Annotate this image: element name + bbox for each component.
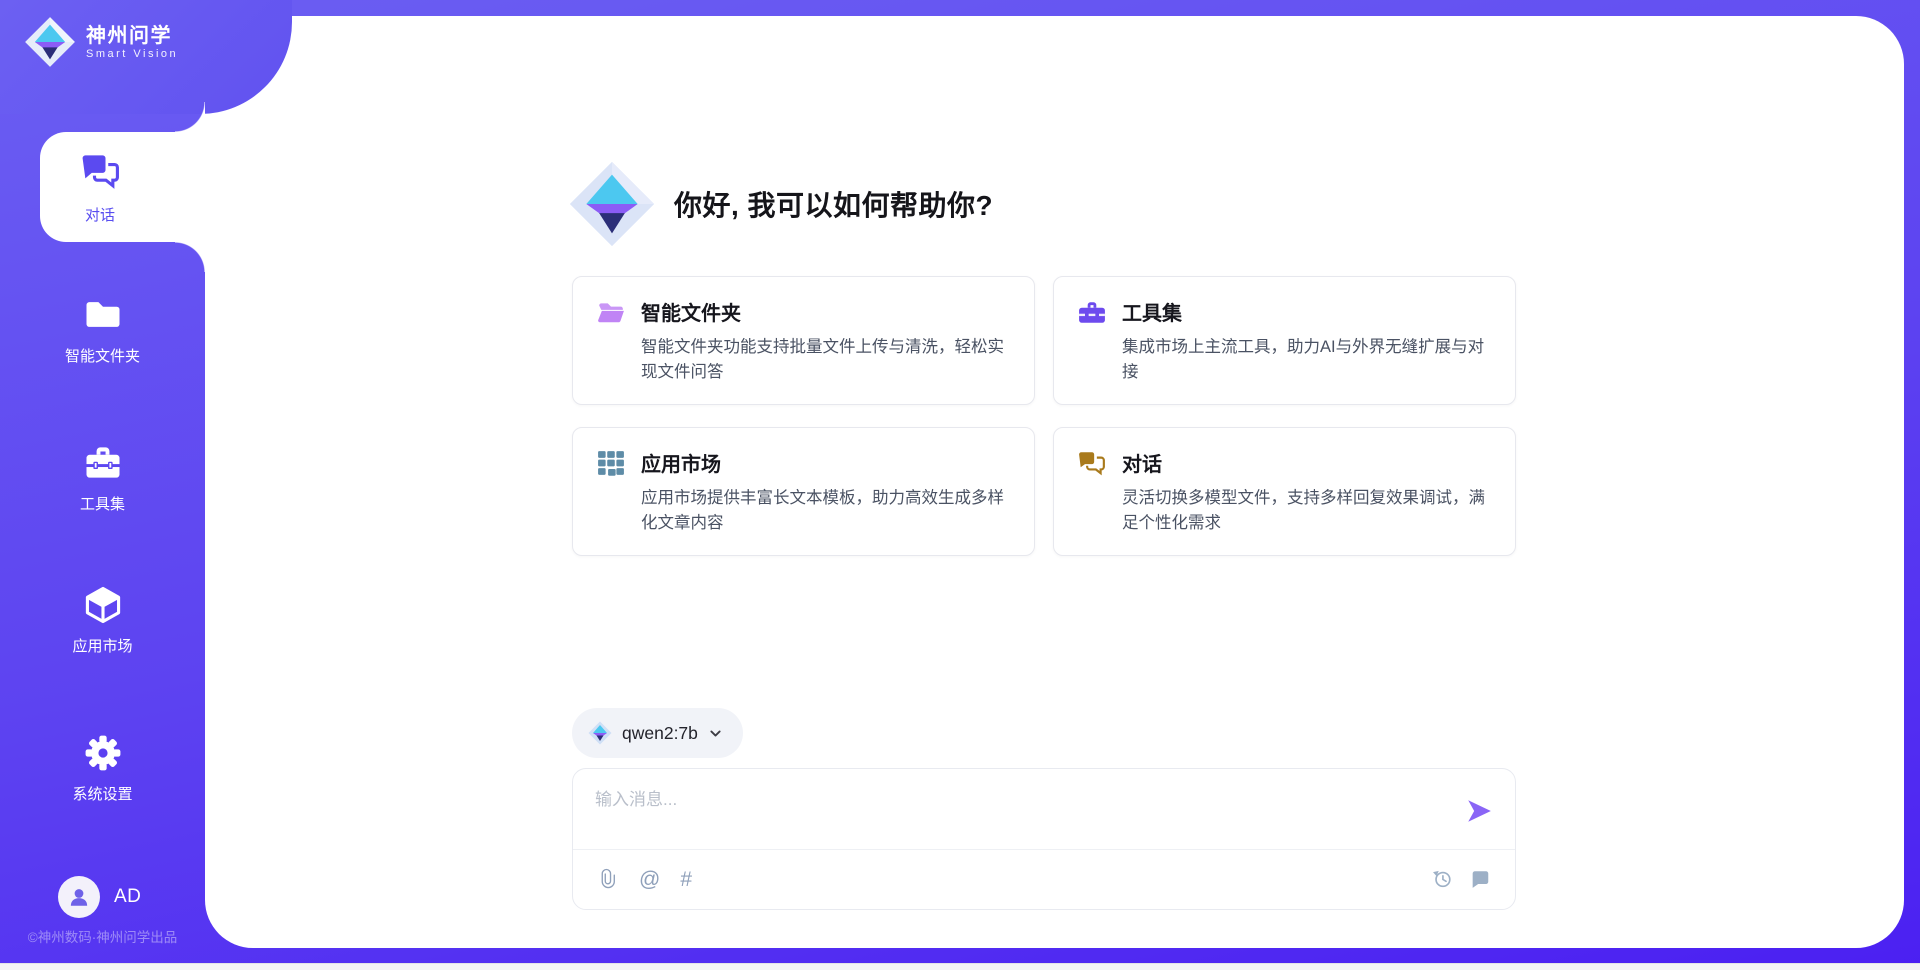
app-title: 神州问学 <box>86 24 178 48</box>
bottom-edge-strip <box>0 963 1920 970</box>
sidebar-item-toolset[interactable]: 工具集 <box>0 441 205 514</box>
message-input[interactable] <box>593 783 1447 845</box>
cube-icon <box>81 583 125 627</box>
sidebar-item-settings[interactable]: 系统设置 <box>0 731 205 804</box>
history-icon[interactable] <box>1431 868 1453 890</box>
sidebar-item-chat[interactable]: 对话 <box>40 132 205 242</box>
sidebar-item-label: 应用市场 <box>72 635 132 656</box>
folder-icon <box>597 299 625 325</box>
chat-icon <box>78 149 122 193</box>
send-icon[interactable] <box>1465 797 1493 825</box>
brand-diamond-icon <box>588 721 612 745</box>
greeting: 你好, 我可以如何帮助你? <box>568 160 993 248</box>
card-smart-folder[interactable]: 智能文件夹 智能文件夹功能支持批量文件上传与清洗，轻松实现文件问答 <box>572 276 1035 405</box>
person-icon <box>65 883 93 911</box>
card-description: 智能文件夹功能支持批量文件上传与清洗，轻松实现文件问答 <box>641 335 1010 385</box>
card-chat[interactable]: 对话 灵活切换多模型文件，支持多样回复效果调试，满足个性化需求 <box>1053 427 1516 556</box>
composer-toolbar: @ # <box>597 849 1491 909</box>
card-description: 集成市场上主流工具，助力AI与外界无缝扩展与对接 <box>1122 335 1491 385</box>
app-window: 你好, 我可以如何帮助你? 智能文件夹 智能文件夹功能支持批量文件上传与清洗，轻… <box>0 0 1920 970</box>
sidebar-item-label: 工具集 <box>80 493 125 514</box>
card-title: 智能文件夹 <box>641 297 741 326</box>
model-name: qwen2:7b <box>622 723 698 744</box>
chevron-down-icon <box>708 726 723 741</box>
card-toolset[interactable]: 工具集 集成市场上主流工具，助力AI与外界无缝扩展与对接 <box>1053 276 1516 405</box>
brand-diamond-icon <box>24 16 76 68</box>
sidebar-item-label: 智能文件夹 <box>65 345 140 366</box>
card-app-market[interactable]: 应用市场 应用市场提供丰富长文本模板，助力高效生成多样化文章内容 <box>572 427 1035 556</box>
tab-fillet-bottom <box>175 242 205 272</box>
greeting-text: 你好, 我可以如何帮助你? <box>674 184 993 224</box>
card-title: 工具集 <box>1122 297 1182 326</box>
user-profile[interactable]: AD <box>58 876 141 918</box>
model-selector[interactable]: qwen2:7b <box>572 708 743 758</box>
folder-icon <box>81 293 125 337</box>
gear-icon <box>81 731 125 775</box>
feature-cards: 智能文件夹 智能文件夹功能支持批量文件上传与清洗，轻松实现文件问答 <box>572 276 1516 556</box>
avatar <box>58 876 100 918</box>
card-title: 应用市场 <box>641 448 721 477</box>
sidebar-item-smart-folder[interactable]: 智能文件夹 <box>0 293 205 366</box>
sidebar-item-app-market[interactable]: 应用市场 <box>0 583 205 656</box>
sidebar-item-label: 系统设置 <box>72 783 132 804</box>
toolbox-icon <box>1078 299 1106 325</box>
tab-fillet-top <box>175 102 205 132</box>
chat-icon <box>1078 450 1106 476</box>
paperclip-icon[interactable] <box>597 868 619 890</box>
app-subtitle: Smart Vision <box>86 48 178 60</box>
hash-icon[interactable]: # <box>680 869 692 890</box>
toolbox-icon <box>81 441 125 485</box>
copyright-footer: ©神州数码·神州问学出品 <box>0 926 205 946</box>
card-description: 灵活切换多模型文件，支持多样回复效果调试，满足个性化需求 <box>1122 486 1491 536</box>
composer: @ # <box>572 768 1516 910</box>
user-initials: AD <box>114 886 141 908</box>
brand-diamond-icon <box>568 160 656 248</box>
app-logo: 神州问学 Smart Vision <box>24 16 178 68</box>
grid-icon <box>597 450 625 476</box>
sidebar-item-label: 对话 <box>40 204 160 225</box>
card-description: 应用市场提供丰富长文本模板，助力高效生成多样化文章内容 <box>641 486 1010 536</box>
card-title: 对话 <box>1122 448 1162 477</box>
mention-icon[interactable]: @ <box>639 869 660 890</box>
main-panel: 你好, 我可以如何帮助你? 智能文件夹 智能文件夹功能支持批量文件上传与清洗，轻… <box>205 16 1904 948</box>
chat-bubble-icon[interactable] <box>1469 868 1491 890</box>
